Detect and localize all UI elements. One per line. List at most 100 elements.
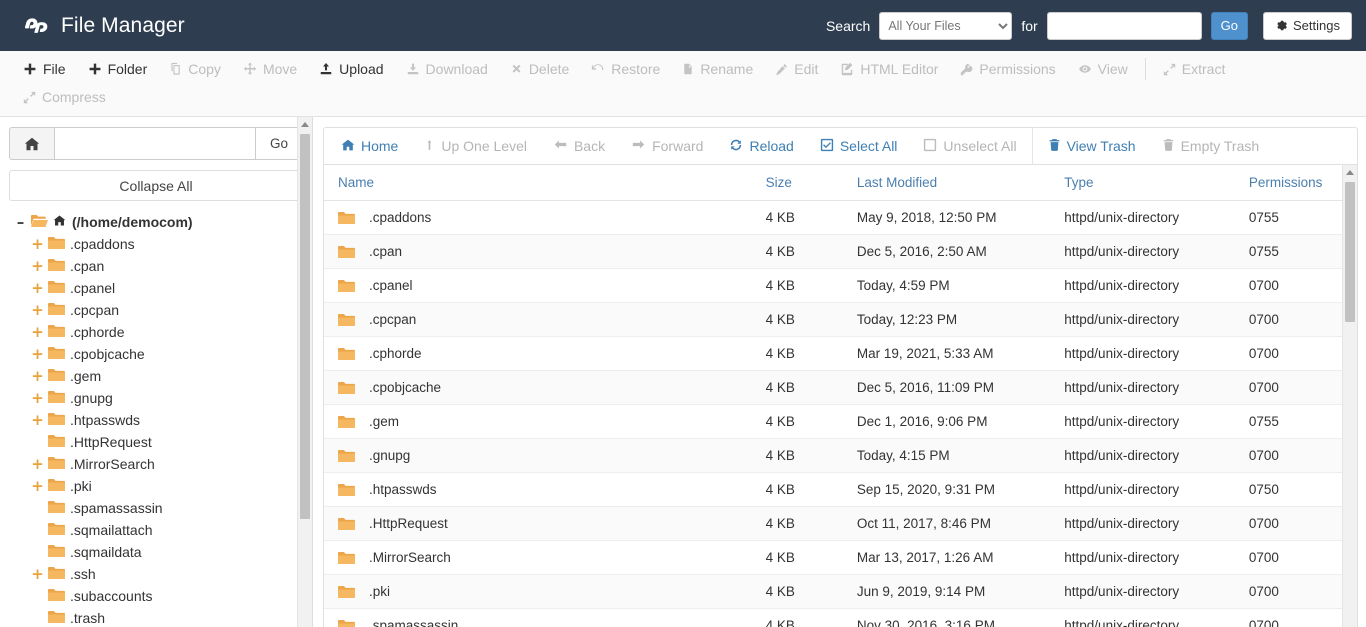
cell-name[interactable]: .gnupg <box>324 438 760 473</box>
folder-icon <box>48 324 65 337</box>
nav-home-button[interactable]: Home <box>328 128 411 164</box>
folder-icon <box>338 551 355 564</box>
cell-size: 4 KB <box>759 574 851 609</box>
table-row[interactable]: .cphorde 4 KB Mar 19, 2021, 5:33 AM httpd/u… <box>324 336 1357 371</box>
table-row[interactable]: .spamassassin 4 KB Nov 30, 2016, 3:16 PM ht… <box>324 608 1357 627</box>
cell-name[interactable]: .gem <box>324 404 760 439</box>
tree-twisty-icon[interactable] <box>31 589 44 604</box>
tree-twisty-icon[interactable]: + <box>31 478 44 494</box>
cell-name[interactable]: .pki <box>324 574 760 609</box>
search-scope-select[interactable]: All Your Files <box>879 11 1013 40</box>
tree-node-httprequest[interactable]: .HttpRequest <box>19 431 303 453</box>
cell-name[interactable]: .HttpRequest <box>324 506 760 541</box>
tree-node-homedemocom[interactable]: – (/home/democom) <box>17 211 303 233</box>
tree-twisty-icon[interactable]: + <box>31 236 44 252</box>
tree-twisty-icon[interactable] <box>31 523 44 538</box>
file-table-scrollbar[interactable] <box>1342 165 1357 627</box>
tree-node-cphorde[interactable]: + .cphorde <box>19 321 303 343</box>
cell-name[interactable]: .cpobjcache <box>324 370 760 405</box>
cell-name[interactable]: .htpasswds <box>324 472 760 507</box>
column-header-name[interactable]: Name <box>324 165 760 201</box>
tree-twisty-icon[interactable] <box>31 545 44 560</box>
tree-node-cpaddons[interactable]: + .cpaddons <box>19 233 303 255</box>
collapse-all-button[interactable]: Collapse All <box>9 170 303 201</box>
table-row[interactable]: .HttpRequest 4 KB Oct 11, 2017, 8:46 PM htt… <box>324 506 1357 541</box>
cell-name[interactable]: .cpan <box>324 234 760 269</box>
toolbar-file-button[interactable]: File <box>12 55 77 83</box>
table-row[interactable]: .htpasswds 4 KB Sep 15, 2020, 9:31 PM httpd… <box>324 472 1357 507</box>
sidebar-scroll-thumb[interactable] <box>300 134 310 519</box>
file-scroll-up-arrow[interactable] <box>1343 165 1357 180</box>
tree-node-cpan[interactable]: + .cpan <box>19 255 303 277</box>
path-go-button[interactable]: Go <box>255 127 303 160</box>
tree-twisty-icon[interactable]: + <box>31 368 44 384</box>
cell-name[interactable]: .MirrorSearch <box>324 540 760 575</box>
toolbar-upload-button[interactable]: Upload <box>308 55 394 83</box>
table-row[interactable]: .cpaddons 4 KB May 9, 2018, 12:50 PM httpd/… <box>324 200 1357 235</box>
cell-name[interactable]: .cphorde <box>324 336 760 371</box>
file-table: Name Size Last Modified Type Permissions… <box>324 165 1357 627</box>
column-header-modified[interactable]: Last Modified <box>850 165 1059 201</box>
tree-node-trash[interactable]: .trash <box>19 607 303 627</box>
nav-reload-button[interactable]: Reload <box>716 128 806 164</box>
tree-twisty-icon[interactable]: + <box>31 346 44 362</box>
tree-twisty-icon[interactable]: + <box>31 258 44 274</box>
tree-node-subaccounts[interactable]: .subaccounts <box>19 585 303 607</box>
nav-view-trash-button[interactable]: View Trash <box>1035 128 1149 164</box>
cell-name[interactable]: .spamassassin <box>324 608 760 627</box>
table-row[interactable]: .MirrorSearch 4 KB Mar 13, 2017, 1:26 AM ht… <box>324 540 1357 575</box>
sidebar-scroll-up-arrow[interactable] <box>298 117 312 132</box>
page-title: File Manager <box>61 13 185 37</box>
toolbar-item-label: Folder <box>107 61 148 77</box>
cell-modified: Mar 19, 2021, 5:33 AM <box>850 336 1059 371</box>
sidebar-home-button[interactable] <box>9 127 54 160</box>
table-row[interactable]: .cpan 4 KB Dec 5, 2016, 2:50 AM httpd/unix-… <box>324 234 1357 269</box>
search-go-button[interactable]: Go <box>1210 11 1249 40</box>
sidebar-scrollbar[interactable] <box>297 117 312 627</box>
tree-twisty-icon[interactable]: – <box>14 214 27 230</box>
path-input[interactable] <box>54 127 255 160</box>
tree-node-ssh[interactable]: + .ssh <box>19 563 303 585</box>
tree-node-sqmaildata[interactable]: .sqmaildata <box>19 541 303 563</box>
column-header-size[interactable]: Size <box>759 165 851 201</box>
tree-twisty-icon[interactable]: + <box>31 324 44 340</box>
tree-node-cpcpan[interactable]: + .cpcpan <box>19 299 303 321</box>
undo-icon <box>591 62 605 76</box>
search-input[interactable] <box>1046 11 1202 40</box>
tree-twisty-icon[interactable] <box>31 611 44 626</box>
column-header-type[interactable]: Type <box>1058 165 1243 201</box>
tree-node-gnupg[interactable]: + .gnupg <box>19 387 303 409</box>
tree-node-gem[interactable]: + .gem <box>19 365 303 387</box>
tree-node-mirrorsearch[interactable]: + .MirrorSearch <box>19 453 303 475</box>
tree-node-cpanel[interactable]: + .cpanel <box>19 277 303 299</box>
tree-node-pki[interactable]: + .pki <box>19 475 303 497</box>
tree-node-sqmailattach[interactable]: .sqmailattach <box>19 519 303 541</box>
tree-node-cpobjcache[interactable]: + .cpobjcache <box>19 343 303 365</box>
tree-twisty-icon[interactable]: + <box>31 302 44 318</box>
tree-node-label: .gem <box>70 368 102 384</box>
tree-twisty-icon[interactable]: + <box>31 566 44 582</box>
tree-node-htpasswds[interactable]: + .htpasswds <box>19 409 303 431</box>
tree-twisty-icon[interactable] <box>31 501 44 516</box>
table-row[interactable]: .gnupg 4 KB Today, 4:15 PM httpd/unix-direc… <box>324 438 1357 473</box>
cell-name[interactable]: .cpcpan <box>324 302 760 337</box>
tree-twisty-icon[interactable]: + <box>31 412 44 428</box>
tree-twisty-icon[interactable] <box>31 435 44 450</box>
cell-name[interactable]: .cpaddons <box>324 200 760 235</box>
table-row[interactable]: .cpobjcache 4 KB Dec 5, 2016, 11:09 PM http… <box>324 370 1357 405</box>
left-arrow-icon <box>553 138 568 154</box>
column-header-permissions[interactable]: Permissions <box>1242 165 1357 201</box>
cell-name[interactable]: .cpanel <box>324 268 760 303</box>
table-row[interactable]: .cpanel 4 KB Today, 4:59 PM httpd/unix-dire… <box>324 268 1357 303</box>
tree-node-spamassassin[interactable]: .spamassassin <box>19 497 303 519</box>
toolbar-folder-button[interactable]: Folder <box>77 55 159 83</box>
table-row[interactable]: .cpcpan 4 KB Today, 12:23 PM httpd/unix-dir… <box>324 302 1357 337</box>
settings-button[interactable]: Settings <box>1263 11 1352 40</box>
tree-twisty-icon[interactable]: + <box>31 280 44 296</box>
table-row[interactable]: .gem 4 KB Dec 1, 2016, 9:06 PM httpd/unix-d… <box>324 404 1357 439</box>
tree-twisty-icon[interactable]: + <box>31 390 44 406</box>
table-row[interactable]: .pki 4 KB Jun 9, 2019, 9:14 PM httpd/unix-d… <box>324 574 1357 609</box>
tree-twisty-icon[interactable]: + <box>31 456 44 472</box>
file-scroll-thumb[interactable] <box>1345 182 1355 322</box>
nav-select-all-button[interactable]: Select All <box>807 128 911 164</box>
